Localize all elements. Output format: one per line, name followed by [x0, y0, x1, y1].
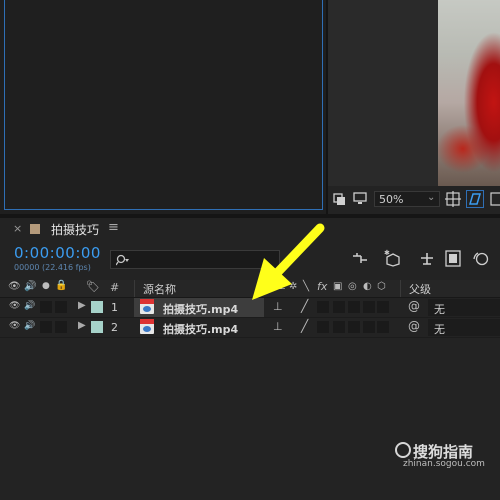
search-icon: [116, 254, 129, 266]
layer-number-header[interactable]: #: [110, 281, 119, 294]
zoom-value: 50%: [379, 193, 404, 206]
eye-column-icon[interactable]: 👁: [8, 281, 21, 292]
composition-toolbar: 50% ⌄: [328, 186, 500, 214]
column-divider: [400, 280, 401, 297]
current-time-display[interactable]: 0:00:00:00: [14, 244, 101, 262]
adjustment-layer-switch-icon[interactable]: ◐: [363, 281, 372, 292]
audio-toggle-icon[interactable]: 🔊: [24, 301, 35, 311]
label-color-swatch[interactable]: [91, 321, 103, 333]
tab-timeline-title[interactable]: 拍摄技巧: [51, 221, 99, 238]
expand-triangle-icon[interactable]: ▶: [78, 320, 86, 331]
mask-visibility-icon[interactable]: [466, 190, 484, 208]
layer-row[interactable]: 👁 🔊 ▶ 2 拍摄技巧.mp4 ⊥ ╱ @ 无: [0, 318, 500, 338]
frame-blending-icon[interactable]: [445, 250, 461, 267]
frame-blend-switch[interactable]: [333, 321, 345, 333]
video-file-icon: [140, 299, 154, 314]
composition-frame-image: [438, 0, 500, 186]
parent-dropdown[interactable]: 无: [428, 299, 500, 316]
chevron-down-icon: ⌄: [427, 192, 436, 203]
audio-column-icon[interactable]: 🔊: [24, 281, 36, 292]
shy-layers-icon[interactable]: [419, 251, 435, 266]
expand-triangle-icon[interactable]: ▶: [78, 300, 86, 311]
3d-switch[interactable]: [377, 301, 389, 313]
effect-switch[interactable]: [317, 321, 329, 333]
motion-blur-switch-icon[interactable]: ◎: [348, 281, 357, 292]
3d-switch[interactable]: [377, 321, 389, 333]
audio-toggle-icon[interactable]: 🔊: [24, 321, 35, 331]
solo-toggle[interactable]: [40, 321, 52, 333]
menu-icon[interactable]: ≡: [108, 220, 119, 235]
layer-number: 1: [111, 301, 118, 314]
eye-visibility-icon[interactable]: 👁: [9, 321, 20, 331]
yellow-arrow-annotation: [252, 223, 325, 300]
label-color-swatch[interactable]: [91, 301, 103, 313]
motion-blur-icon[interactable]: [471, 250, 489, 267]
composition-mini-flowchart-icon[interactable]: [352, 251, 368, 267]
composition-label-color: [30, 224, 40, 234]
watermark-url: zhinan.sogou.com: [403, 459, 485, 469]
pickwhip-spiral-icon[interactable]: @: [408, 299, 420, 313]
frame-rate-display: 00000 (22.416 fps): [14, 263, 91, 272]
eye-visibility-icon[interactable]: 👁: [9, 301, 20, 311]
solo-toggle[interactable]: [40, 301, 52, 313]
monitor-icon[interactable]: [353, 192, 367, 206]
frame-blend-switch[interactable]: [333, 301, 345, 313]
label-tag-icon[interactable]: 🏷: [86, 280, 100, 293]
draft-3d-icon[interactable]: ✱: [384, 249, 402, 267]
3d-layer-switch-icon[interactable]: ⬡: [377, 281, 386, 292]
composition-pasteboard: [328, 0, 438, 186]
source-name-header[interactable]: 源名称: [143, 281, 176, 297]
motion-blur-switch[interactable]: [348, 321, 360, 333]
shy-switch-icon[interactable]: ⊥: [273, 320, 283, 333]
transparency-grid-icon[interactable]: [490, 192, 500, 206]
lock-column-icon[interactable]: 🔒: [55, 280, 67, 291]
active-panel-frame: [4, 0, 323, 210]
adjustment-switch[interactable]: [363, 301, 375, 313]
parent-header[interactable]: 父级: [409, 281, 431, 297]
column-divider: [134, 280, 135, 297]
frame-blend-switch-icon[interactable]: ▣: [333, 281, 342, 292]
quality-slash-icon[interactable]: ╱: [301, 319, 308, 333]
adjustment-switch[interactable]: [363, 321, 375, 333]
region-of-interest-icon[interactable]: [333, 193, 346, 206]
layer-number: 2: [111, 321, 118, 334]
sogou-logo-icon: [395, 442, 411, 458]
pickwhip-spiral-icon[interactable]: @: [408, 319, 420, 333]
parent-dropdown[interactable]: 无: [428, 319, 500, 336]
zoom-dropdown[interactable]: 50% ⌄: [374, 191, 440, 207]
close-icon[interactable]: ×: [13, 222, 22, 235]
layer-source-name[interactable]: 拍摄技巧.mp4: [163, 301, 238, 317]
lock-toggle[interactable]: [55, 321, 67, 333]
svg-text:✱: ✱: [384, 249, 390, 257]
lock-toggle[interactable]: [55, 301, 67, 313]
grid-guide-icon[interactable]: [445, 191, 461, 207]
motion-blur-switch[interactable]: [348, 301, 360, 313]
video-file-icon: [140, 319, 154, 334]
parent-value: 无: [434, 303, 445, 316]
parent-value: 无: [434, 323, 445, 336]
layer-source-name[interactable]: 拍摄技巧.mp4: [163, 321, 238, 337]
solo-column-icon[interactable]: ●: [42, 281, 50, 291]
